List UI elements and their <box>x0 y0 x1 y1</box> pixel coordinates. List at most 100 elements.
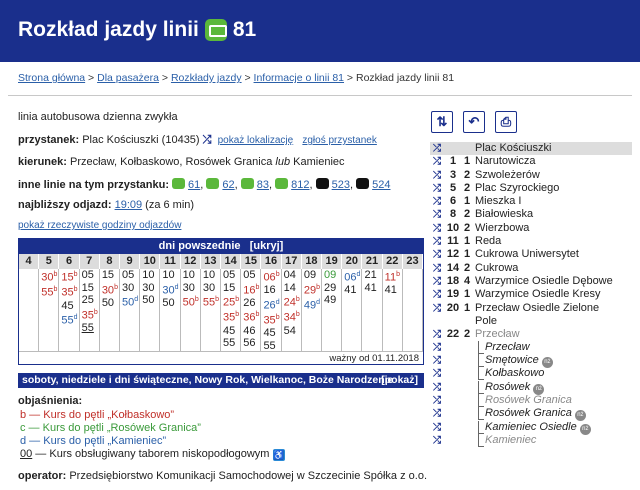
shuffle-icon[interactable]: ⤮ <box>430 169 444 182</box>
departure-minute[interactable]: 09 <box>324 269 341 282</box>
crumb-timetables[interactable]: Rozkłady jazdy <box>171 72 242 84</box>
departure-minute[interactable]: 55 <box>263 340 280 353</box>
realtime-link[interactable]: pokaż rzeczywiste godziny odjazdów <box>18 220 181 231</box>
shuffle-icon[interactable]: ⤮ <box>430 222 444 235</box>
departure-minute[interactable]: 41 <box>364 282 381 295</box>
shuffle-icon[interactable]: ⤮ <box>430 434 444 447</box>
next-time[interactable]: 19:09 <box>115 199 143 211</box>
shuffle-icon[interactable]: ⤮ <box>430 155 444 168</box>
departure-minute[interactable]: 35b <box>223 309 240 324</box>
departure-minute[interactable]: 30 <box>183 282 200 295</box>
departure-minute[interactable]: 05 <box>82 269 99 282</box>
departure-minute[interactable]: 30 <box>122 282 139 295</box>
show-location-link[interactable]: pokaż lokalizację <box>218 135 294 146</box>
departure-minute[interactable]: 15 <box>223 282 240 295</box>
departure-minute[interactable]: 45 <box>263 327 280 340</box>
shuffle-icon[interactable]: ⤮ <box>430 421 444 434</box>
timetable-header[interactable]: dni powszednie [ukryj] <box>19 239 423 254</box>
departure-minute[interactable]: 35b <box>61 284 78 299</box>
line-link-524[interactable]: 524 <box>372 179 390 191</box>
route-stop[interactable]: ⤮ 20 1 Przecław Osiedle Zielone Pole <box>430 302 632 328</box>
departure-minute[interactable]: 30b <box>41 269 58 284</box>
departure-minute[interactable]: 09 <box>304 269 321 282</box>
route-stop[interactable]: ⤮ 11 1 Reda <box>430 235 632 248</box>
departure-minute[interactable]: 26d <box>263 297 280 312</box>
departure-minute[interactable]: 14 <box>284 282 301 295</box>
shuffle-icon[interactable]: ⤮ <box>430 288 444 301</box>
departure-minute[interactable]: 50b <box>183 294 200 309</box>
departure-minute[interactable]: 50 <box>142 294 159 307</box>
route-stop[interactable]: ⤮ 18 4 Warzymice Osiedle Dębowe <box>430 275 632 288</box>
departure-minute[interactable]: 55 <box>82 322 99 335</box>
line-link-83[interactable]: 83 <box>257 179 269 191</box>
departure-minute[interactable]: 29 <box>324 282 341 295</box>
variant-stop[interactable]: ⤮ Rosówek Granica nż <box>430 407 632 422</box>
variant-stop[interactable]: ⤮ Kołbaskowo <box>430 367 632 381</box>
departure-minute[interactable]: 26 <box>243 297 260 310</box>
shuffle-icon[interactable]: ⤮ <box>430 262 444 275</box>
departure-minute[interactable]: 16b <box>243 282 260 297</box>
departure-minute[interactable]: 45 <box>61 300 78 313</box>
departure-minute[interactable]: 21 <box>364 269 381 282</box>
shuffle-icon[interactable]: ⤮ <box>430 235 444 248</box>
departure-minute[interactable]: 16 <box>263 284 280 297</box>
departure-minute[interactable]: 15 <box>82 282 99 295</box>
swap-direction-button[interactable]: ⇅ <box>431 111 453 133</box>
route-stop[interactable]: ⤮ 1 1 Narutowicza <box>430 155 632 168</box>
route-stop[interactable]: ⤮ 12 1 Cukrowa Uniwersytet <box>430 248 632 261</box>
departure-minute[interactable]: 10 <box>183 269 200 282</box>
variant-stop[interactable]: ⤮ Rosówek Granica <box>430 394 632 408</box>
shuffle-icon[interactable]: ⤮ <box>430 275 444 288</box>
shuffle-icon[interactable]: ⤮ <box>430 394 444 407</box>
departure-minute[interactable]: 55b <box>41 284 58 299</box>
shuffle-icon[interactable]: ⤮ <box>430 328 444 341</box>
weekend-bar[interactable]: soboty, niedziele i dni świąteczne, Nowy… <box>18 373 424 388</box>
shuffle-icon[interactable]: ⤮ <box>430 182 444 195</box>
departure-minute[interactable]: 35b <box>263 312 280 327</box>
departure-minute[interactable]: 30b <box>102 282 119 297</box>
departure-minute[interactable]: 36b <box>243 309 260 324</box>
departure-minute[interactable]: 10 <box>142 269 159 282</box>
shuffle-icon[interactable]: ⤮ <box>430 407 444 420</box>
departure-minute[interactable]: 15 <box>102 269 119 282</box>
departure-minute[interactable]: 25 <box>82 294 99 307</box>
line-link-523[interactable]: 523 <box>332 179 350 191</box>
departure-minute[interactable]: 04 <box>284 269 301 282</box>
route-stop[interactable]: ⤮ 8 2 Białowieska <box>430 208 632 221</box>
departure-minute[interactable]: 05 <box>243 269 260 282</box>
departure-minute[interactable]: 24b <box>284 294 301 309</box>
line-link-812[interactable]: 812 <box>291 179 309 191</box>
departure-minute[interactable]: 34b <box>284 309 301 324</box>
route-stop[interactable]: ⤮ 10 2 Wierzbowa <box>430 222 632 235</box>
crumb-passenger[interactable]: Dla pasażera <box>97 72 159 84</box>
shuffle-icon[interactable]: ⤮ <box>430 341 444 354</box>
departure-minute[interactable]: 55b <box>203 294 220 309</box>
departure-minute[interactable]: 10 <box>162 269 179 282</box>
print-button[interactable]: ⎙ <box>495 111 517 133</box>
line-link-62[interactable]: 62 <box>222 179 234 191</box>
shuffle-icon[interactable]: ⤮ <box>430 248 444 261</box>
route-stop[interactable]: ⤮ 14 2 Cukrowa <box>430 262 632 275</box>
departure-minute[interactable]: 06b <box>263 269 280 284</box>
departure-minute[interactable]: 11b <box>385 269 402 284</box>
departure-minute[interactable]: 55d <box>61 312 78 327</box>
departure-minute[interactable]: 29b <box>304 282 321 297</box>
departure-minute[interactable]: 30 <box>142 282 159 295</box>
variant-stop[interactable]: ⤮ Przecław <box>430 340 632 354</box>
departure-minute[interactable]: 56 <box>243 337 260 350</box>
departure-minute[interactable]: 46 <box>243 325 260 338</box>
route-stop[interactable]: ⤮ 19 1 Warzymice Osiedle Kresy <box>430 288 632 301</box>
shuffle-icon[interactable]: ⤮ <box>430 195 444 208</box>
departure-minute[interactable]: 49 <box>324 294 341 307</box>
back-button[interactable]: ↶ <box>463 111 485 133</box>
shuffle-icon[interactable]: ⤮ <box>430 354 444 367</box>
report-stop-link[interactable]: zgłoś przystanek <box>302 135 376 146</box>
variant-stop[interactable]: ⤮ Kamieniec Osiedle nż <box>430 420 632 435</box>
departure-minute[interactable]: 55 <box>223 337 240 350</box>
route-stop[interactable]: ⤮ Plac Kościuszki <box>430 142 632 156</box>
crumb-home[interactable]: Strona główna <box>18 72 85 84</box>
show-toggle[interactable]: [pokaż] <box>381 373 418 388</box>
route-stop[interactable]: ⤮ 22 2 Przecław <box>430 328 632 341</box>
departure-minute[interactable]: 50d <box>122 294 139 309</box>
crumb-line-info[interactable]: Informacje o linii 81 <box>254 72 344 84</box>
